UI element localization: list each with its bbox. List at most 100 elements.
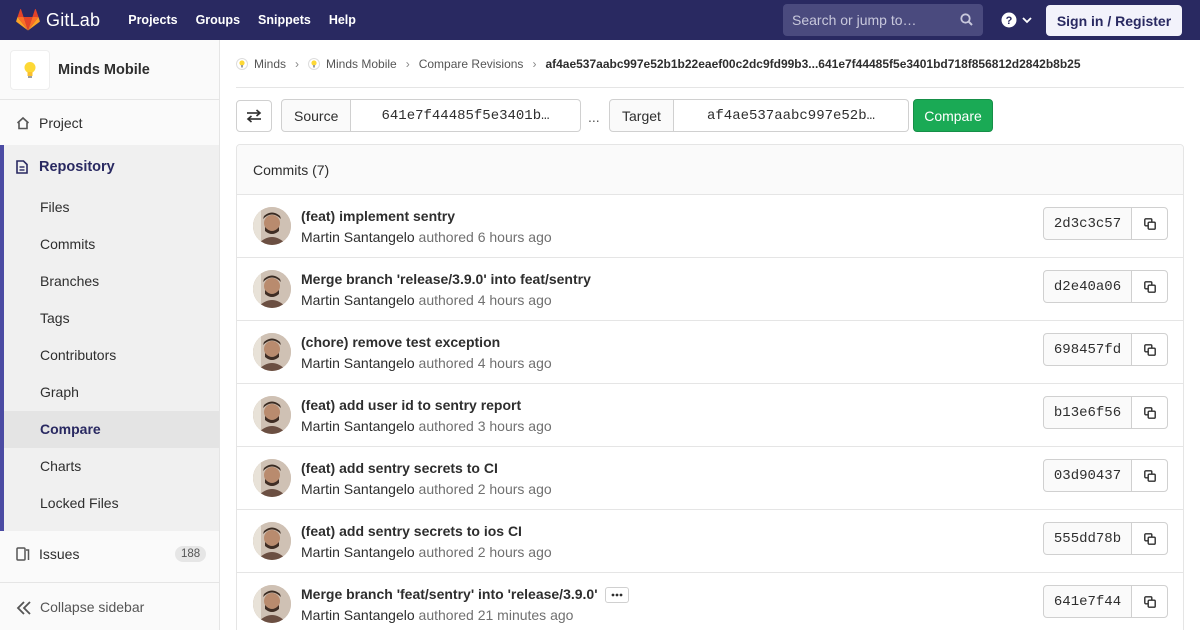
chevron-right-icon: › xyxy=(295,56,300,71)
commit-title[interactable]: (feat) add user id to sentry report xyxy=(301,397,521,413)
copy-sha-button[interactable] xyxy=(1131,585,1168,618)
target-label: Target xyxy=(609,99,674,132)
commit-sha-button[interactable]: 2d3c3c57 xyxy=(1043,207,1132,240)
commit-time: 2 hours ago xyxy=(477,481,552,497)
swap-revisions-button[interactable] xyxy=(236,100,272,132)
breadcrumb-current[interactable]: af4ae537aabc997e52b1b22eaef00c2dc9fd99b3… xyxy=(545,57,1080,71)
avatar[interactable] xyxy=(253,270,291,308)
nav-help[interactable]: Help xyxy=(329,13,356,27)
avatar[interactable] xyxy=(253,585,291,623)
commit-title[interactable]: Merge branch 'release/3.9.0' into feat/s… xyxy=(301,271,591,287)
search-input[interactable] xyxy=(792,12,957,28)
sidebar-item-label: Compare xyxy=(40,421,101,437)
commit-sha-button[interactable]: 03d90437 xyxy=(1043,459,1132,492)
commit-title[interactable]: (feat) add sentry secrets to CI xyxy=(301,460,498,476)
source-revision-dropdown[interactable]: 641e7f44485f5e3401b… xyxy=(351,99,581,132)
chevron-right-icon: › xyxy=(405,56,410,71)
copy-sha-button[interactable] xyxy=(1131,333,1168,366)
question-icon: ? xyxy=(1001,12,1017,28)
project-name: Minds Mobile xyxy=(58,61,150,78)
commit-time: 2 hours ago xyxy=(477,544,552,560)
commit-title[interactable]: (chore) remove test exception xyxy=(301,334,500,350)
avatar[interactable] xyxy=(253,522,291,560)
commit-sha-button[interactable]: d2e40a06 xyxy=(1043,270,1132,303)
chevron-down-icon xyxy=(1022,17,1032,24)
svg-text:?: ? xyxy=(1006,15,1013,27)
sign-in-button[interactable]: Sign in / Register xyxy=(1046,5,1182,36)
copy-sha-button[interactable] xyxy=(1131,270,1168,303)
commit-author[interactable]: Martin Santangelo xyxy=(301,355,415,371)
sidebar-item-label: Charts xyxy=(40,458,82,474)
sidebar-project-header[interactable]: Minds Mobile xyxy=(0,40,219,100)
nav-projects[interactable]: Projects xyxy=(128,13,177,27)
commit-author[interactable]: Martin Santangelo xyxy=(301,544,415,560)
commit-meta: Martin Santangelo authored 2 hours ago xyxy=(301,544,552,560)
commits-header: Commits (7) xyxy=(237,145,1183,195)
commit-title[interactable]: (feat) implement sentry xyxy=(301,208,455,224)
copy-icon xyxy=(1143,217,1156,230)
commit-row: (feat) add sentry secrets to ios CI Mart… xyxy=(237,510,1183,573)
avatar[interactable] xyxy=(253,207,291,245)
commit-title[interactable]: Merge branch 'feat/sentry' into 'release… xyxy=(301,586,629,604)
authored-label: authored xyxy=(418,544,478,560)
help-dropdown[interactable]: ? xyxy=(1001,12,1033,28)
sidebar-item-commits[interactable]: Commits xyxy=(4,226,219,263)
commit-sha-button[interactable]: 555dd78b xyxy=(1043,522,1132,555)
commit-sha-button[interactable]: 698457fd xyxy=(1043,333,1132,366)
copy-sha-button[interactable] xyxy=(1131,459,1168,492)
commit-sha-button[interactable]: 641e7f44 xyxy=(1043,585,1132,618)
brand-name: GitLab xyxy=(46,9,101,30)
sidebar-item-label: Commits xyxy=(40,236,96,252)
collapse-sidebar-button[interactable]: Collapse sidebar xyxy=(0,582,219,630)
commit-author[interactable]: Martin Santangelo xyxy=(301,481,415,497)
breadcrumb: Minds › Minds Mobile › Compare Revisions… xyxy=(236,40,1184,88)
sidebar-item-tags[interactable]: Tags xyxy=(4,300,219,337)
sidebar-item-locked-files[interactable]: Locked Files xyxy=(4,485,219,522)
issues-count-badge: 188 xyxy=(175,546,207,562)
copy-sha-button[interactable] xyxy=(1131,207,1168,240)
commit-time: 6 hours ago xyxy=(477,229,552,245)
compare-button[interactable]: Compare xyxy=(913,99,993,132)
sidebar-item-contributors[interactable]: Contributors xyxy=(4,337,219,374)
authored-label: authored xyxy=(418,418,478,434)
breadcrumb-minds[interactable]: Minds xyxy=(236,57,286,71)
nav-groups[interactable]: Groups xyxy=(196,13,240,27)
collapse-sidebar-label: Collapse sidebar xyxy=(40,599,145,615)
sidebar-item-files[interactable]: Files xyxy=(4,189,219,226)
copy-icon xyxy=(1143,406,1156,419)
commit-meta: Martin Santangelo authored 4 hours ago xyxy=(301,292,552,308)
sidebar-item-repository[interactable]: Repository xyxy=(0,145,219,189)
avatar[interactable] xyxy=(253,333,291,371)
sidebar-item-issues[interactable]: Issues 188 xyxy=(0,542,219,566)
commit-meta: Martin Santangelo authored 21 minutes ag… xyxy=(301,607,573,623)
top-navbar: GitLab Projects Groups Snippets Help ? S… xyxy=(0,0,1200,40)
sidebar-item-label: Repository xyxy=(39,159,115,175)
sidebar-item-graph[interactable]: Graph xyxy=(4,374,219,411)
breadcrumb-compare-revisions[interactable]: Compare Revisions xyxy=(419,57,524,71)
breadcrumb-label: Compare Revisions xyxy=(418,56,524,71)
commit-author[interactable]: Martin Santangelo xyxy=(301,229,415,245)
copy-icon xyxy=(1143,532,1156,545)
sidebar-item-compare[interactable]: Compare xyxy=(4,411,219,448)
commit-author[interactable]: Martin Santangelo xyxy=(301,607,415,623)
commit-sha-button[interactable]: b13e6f56 xyxy=(1043,396,1132,429)
avatar[interactable] xyxy=(253,459,291,497)
breadcrumb-minds-mobile[interactable]: Minds Mobile xyxy=(308,57,397,71)
nav-snippets[interactable]: Snippets xyxy=(258,13,311,27)
commit-row: (feat) add sentry secrets to CI Martin S… xyxy=(237,447,1183,510)
sidebar-item-project[interactable]: Project xyxy=(0,114,219,132)
sidebar-item-branches[interactable]: Branches xyxy=(4,263,219,300)
sidebar-item-charts[interactable]: Charts xyxy=(4,448,219,485)
avatar[interactable] xyxy=(253,396,291,434)
commit-row: Merge branch 'feat/sentry' into 'release… xyxy=(237,573,1183,630)
ellipsis-icon xyxy=(611,593,622,597)
copy-sha-button[interactable] xyxy=(1131,396,1168,429)
gitlab-logo[interactable]: GitLab xyxy=(16,0,100,40)
copy-icon xyxy=(1143,343,1156,356)
commit-title[interactable]: (feat) add sentry secrets to ios CI xyxy=(301,523,522,539)
commit-author[interactable]: Martin Santangelo xyxy=(301,292,415,308)
commit-author[interactable]: Martin Santangelo xyxy=(301,418,415,434)
copy-sha-button[interactable] xyxy=(1131,522,1168,555)
toggle-description-button[interactable] xyxy=(604,587,629,604)
target-revision-dropdown[interactable]: af4ae537aabc997e52b… xyxy=(674,99,909,132)
